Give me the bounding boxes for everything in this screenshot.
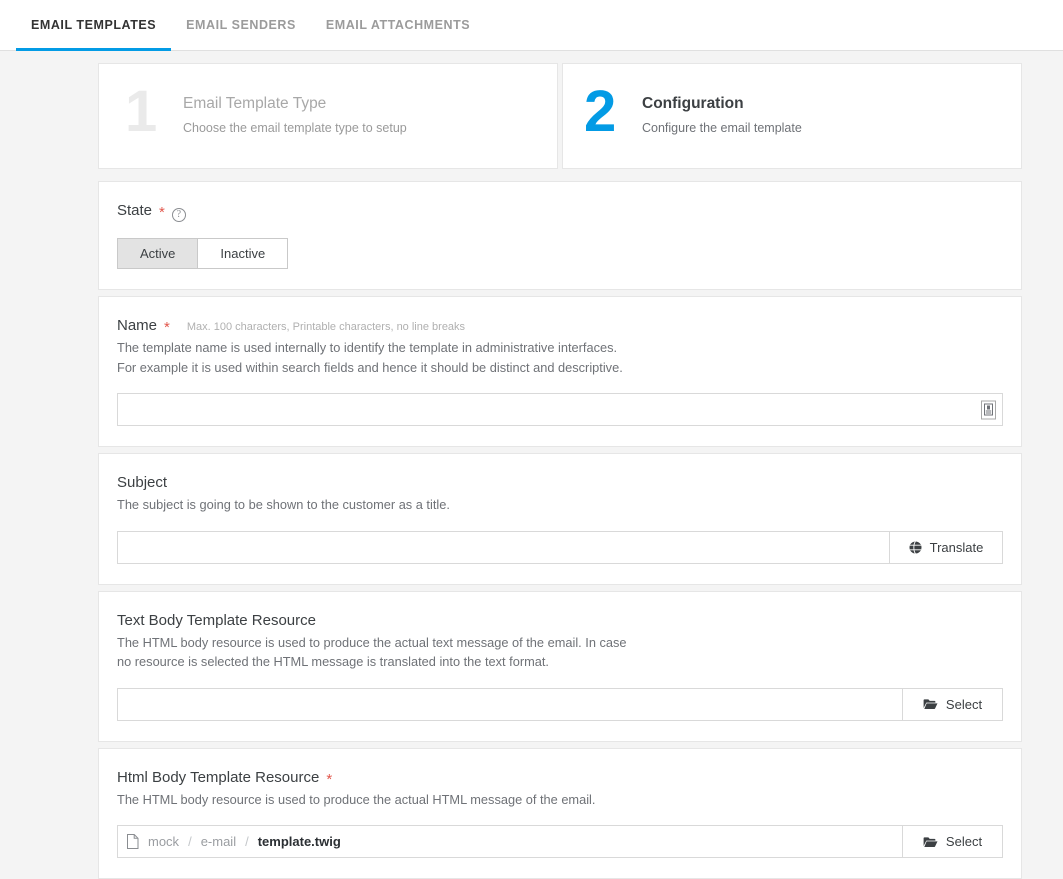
- html-body-label-row: Html Body Template Resource *: [117, 768, 1003, 788]
- text-body-input[interactable]: [117, 687, 903, 721]
- state-label-row: State * ?: [117, 202, 1003, 222]
- name-constraints: Max. 100 characters, Printable character…: [186, 321, 466, 333]
- tab-bar: EMAIL TEMPLATES EMAIL SENDERS EMAIL ATTA…: [0, 0, 1063, 51]
- text-body-description-line2: no resource is selected the HTML message…: [117, 654, 549, 670]
- tab-email-templates[interactable]: EMAIL TEMPLATES: [16, 0, 172, 51]
- subject-description-line1: The subject is going to be shown to the …: [117, 497, 450, 513]
- path-segment-2: e-mail: [200, 834, 237, 850]
- step-number: 1: [125, 79, 157, 144]
- html-body-description-line1: The HTML body resource is used to produc…: [117, 791, 596, 807]
- name-input-row: [117, 393, 1003, 427]
- step-number: 2: [584, 79, 616, 144]
- folder-open-icon: [923, 698, 938, 710]
- wizard-step-configuration[interactable]: 2 Configuration Configure the email temp…: [562, 63, 1022, 169]
- step-title: Email Template Type: [183, 95, 327, 112]
- html-body-label: Html Body Template Resource: [117, 768, 320, 786]
- name-description-line2: For example it is used within search fie…: [117, 359, 623, 375]
- state-label: State: [117, 202, 153, 219]
- state-option-active[interactable]: Active: [118, 239, 198, 268]
- id-card-icon[interactable]: [981, 400, 996, 420]
- translate-button-label: Translate: [929, 539, 984, 555]
- step-subtitle: Choose the email template type to setup: [183, 120, 407, 135]
- path-segment-1: mock: [148, 834, 180, 850]
- text-body-select-label: Select: [945, 696, 983, 712]
- html-body-input-row: mock / e-mail / template.twig Select: [117, 825, 1003, 859]
- text-body-description-line1: The HTML body resource is used to produc…: [117, 634, 627, 650]
- subject-description: The subject is going to be shown to the …: [117, 495, 1003, 515]
- tab-label: EMAIL ATTACHMENTS: [325, 18, 471, 32]
- field-card-state: State * ? Active Inactive: [98, 181, 1022, 290]
- translate-button[interactable]: Translate: [890, 530, 1003, 564]
- globe-icon: [909, 540, 922, 554]
- path-segment-3: template.twig: [257, 834, 341, 850]
- name-label: Name: [117, 317, 158, 334]
- path-separator: /: [188, 834, 192, 850]
- help-circle-icon[interactable]: ?: [171, 208, 186, 222]
- field-card-name: Name * Max. 100 characters, Printable ch…: [98, 296, 1022, 448]
- field-card-html-body-template-resource: Html Body Template Resource * The HTML b…: [98, 747, 1022, 879]
- html-body-select-button[interactable]: Select: [903, 825, 1003, 859]
- name-label-row: Name * Max. 100 characters, Printable ch…: [117, 317, 1003, 336]
- wizard-step-email-template-type[interactable]: 1 Email Template Type Choose the email t…: [98, 63, 558, 169]
- name-description-line1: The template name is used internally to …: [117, 340, 618, 355]
- subject-label: Subject: [117, 474, 168, 492]
- required-marker: *: [159, 204, 165, 221]
- wizard-steps: 1 Email Template Type Choose the email t…: [98, 63, 1022, 169]
- tab-email-attachments[interactable]: EMAIL ATTACHMENTS: [311, 0, 485, 50]
- required-marker: *: [164, 319, 170, 336]
- subject-label-row: Subject: [117, 474, 1003, 491]
- name-input[interactable]: [117, 393, 1003, 427]
- text-body-select-button[interactable]: Select: [903, 687, 1003, 721]
- path-separator: /: [245, 834, 249, 850]
- tab-email-senders[interactable]: EMAIL SENDERS: [171, 0, 311, 50]
- required-marker: *: [326, 770, 333, 788]
- text-body-description: The HTML body resource is used to produc…: [117, 633, 1003, 672]
- text-body-label: Text Body Template Resource: [117, 611, 316, 629]
- state-option-inactive[interactable]: Inactive: [197, 239, 288, 268]
- file-icon: [127, 834, 139, 850]
- step-title: Configuration: [642, 95, 744, 112]
- html-body-path-input[interactable]: mock / e-mail / template.twig: [117, 825, 903, 859]
- text-body-label-row: Text Body Template Resource: [117, 612, 1003, 629]
- state-segmented-control: Active Inactive: [117, 238, 289, 269]
- subject-input[interactable]: [117, 530, 890, 564]
- html-body-select-label: Select: [945, 834, 983, 850]
- tab-label: EMAIL TEMPLATES: [31, 18, 157, 32]
- step-subtitle: Configure the email template: [642, 120, 802, 135]
- folder-open-icon: [923, 836, 938, 848]
- text-body-input-row: Select: [117, 687, 1003, 721]
- subject-input-row: Translate: [117, 530, 1003, 564]
- field-card-subject: Subject The subject is going to be shown…: [98, 453, 1022, 585]
- name-description: The template name is used internally to …: [117, 338, 1003, 377]
- page-content: 1 Email Template Type Choose the email t…: [0, 51, 1063, 879]
- field-card-text-body-template-resource: Text Body Template Resource The HTML bod…: [98, 590, 1022, 742]
- tab-label: EMAIL SENDERS: [186, 18, 296, 32]
- html-body-description: The HTML body resource is used to produc…: [117, 790, 1003, 810]
